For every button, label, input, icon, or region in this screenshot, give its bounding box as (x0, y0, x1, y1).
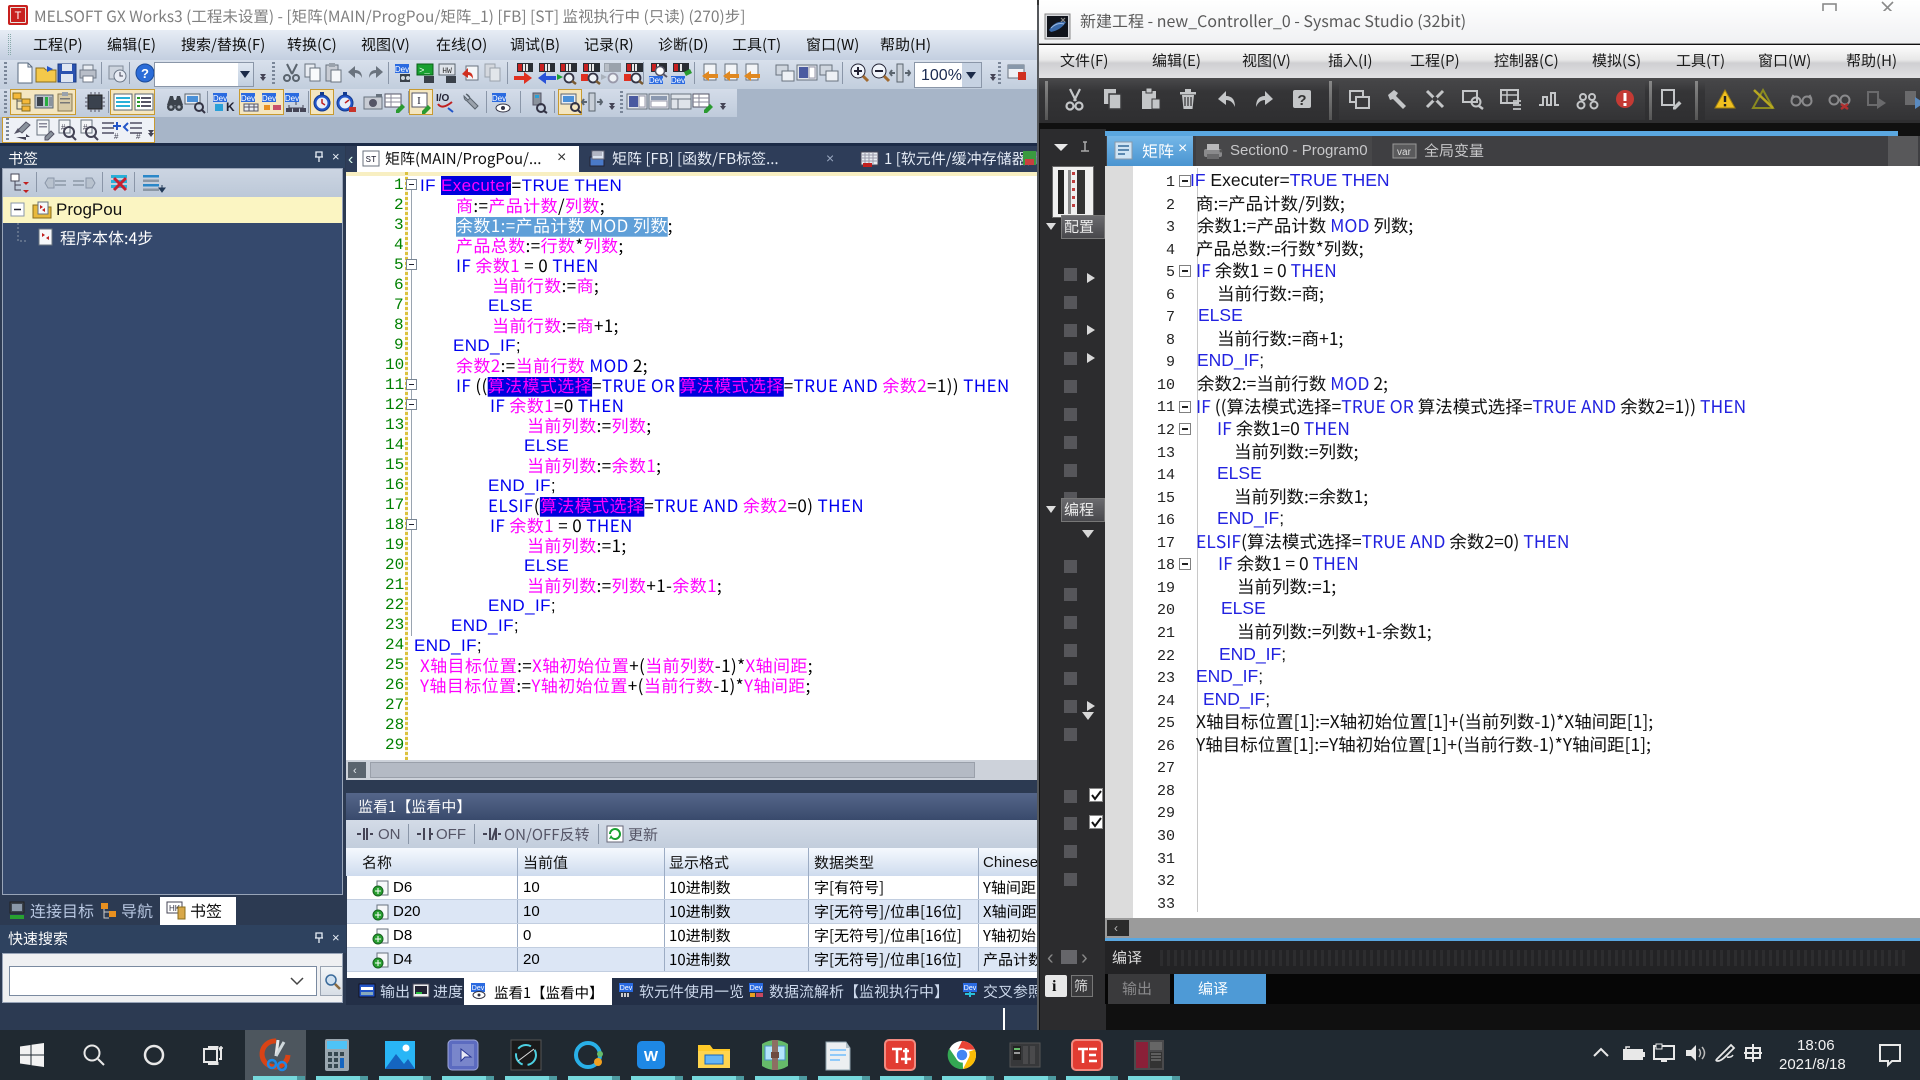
svg-text:K: K (226, 100, 235, 114)
svg-text:#: # (114, 132, 119, 141)
svg-text:Dev: Dev (262, 94, 276, 103)
svg-text:?: ? (141, 66, 149, 81)
svg-text:Dev: Dev (649, 76, 663, 85)
svg-text:I: I (417, 95, 421, 107)
svg-text:#: # (61, 123, 66, 132)
svg-text:W: W (644, 1048, 659, 1065)
svg-text:Dev: Dev (620, 985, 633, 992)
svg-text:Dev: Dev (671, 76, 685, 85)
svg-text:Dev: Dev (492, 94, 506, 103)
svg-text:Dev: Dev (241, 94, 255, 103)
svg-text:#: # (83, 123, 88, 132)
svg-text:T: T (15, 10, 22, 22)
svg-text:Dev: Dev (472, 985, 485, 992)
svg-text:#: # (136, 132, 141, 141)
svg-text:I/O: I/O (436, 93, 450, 104)
svg-text:Dev: Dev (213, 94, 227, 103)
svg-text:Dev: Dev (395, 65, 409, 74)
svg-text:ST: ST (366, 155, 377, 165)
svg-text:Dev: Dev (750, 985, 763, 992)
svg-text:HW: HW (442, 67, 452, 76)
svg-text:>_: >_ (419, 66, 430, 76)
svg-text:var: var (1397, 147, 1412, 158)
svg-text:Dev: Dev (285, 94, 299, 103)
svg-text:Dev: Dev (964, 985, 977, 992)
svg-text:?: ? (1297, 92, 1306, 109)
